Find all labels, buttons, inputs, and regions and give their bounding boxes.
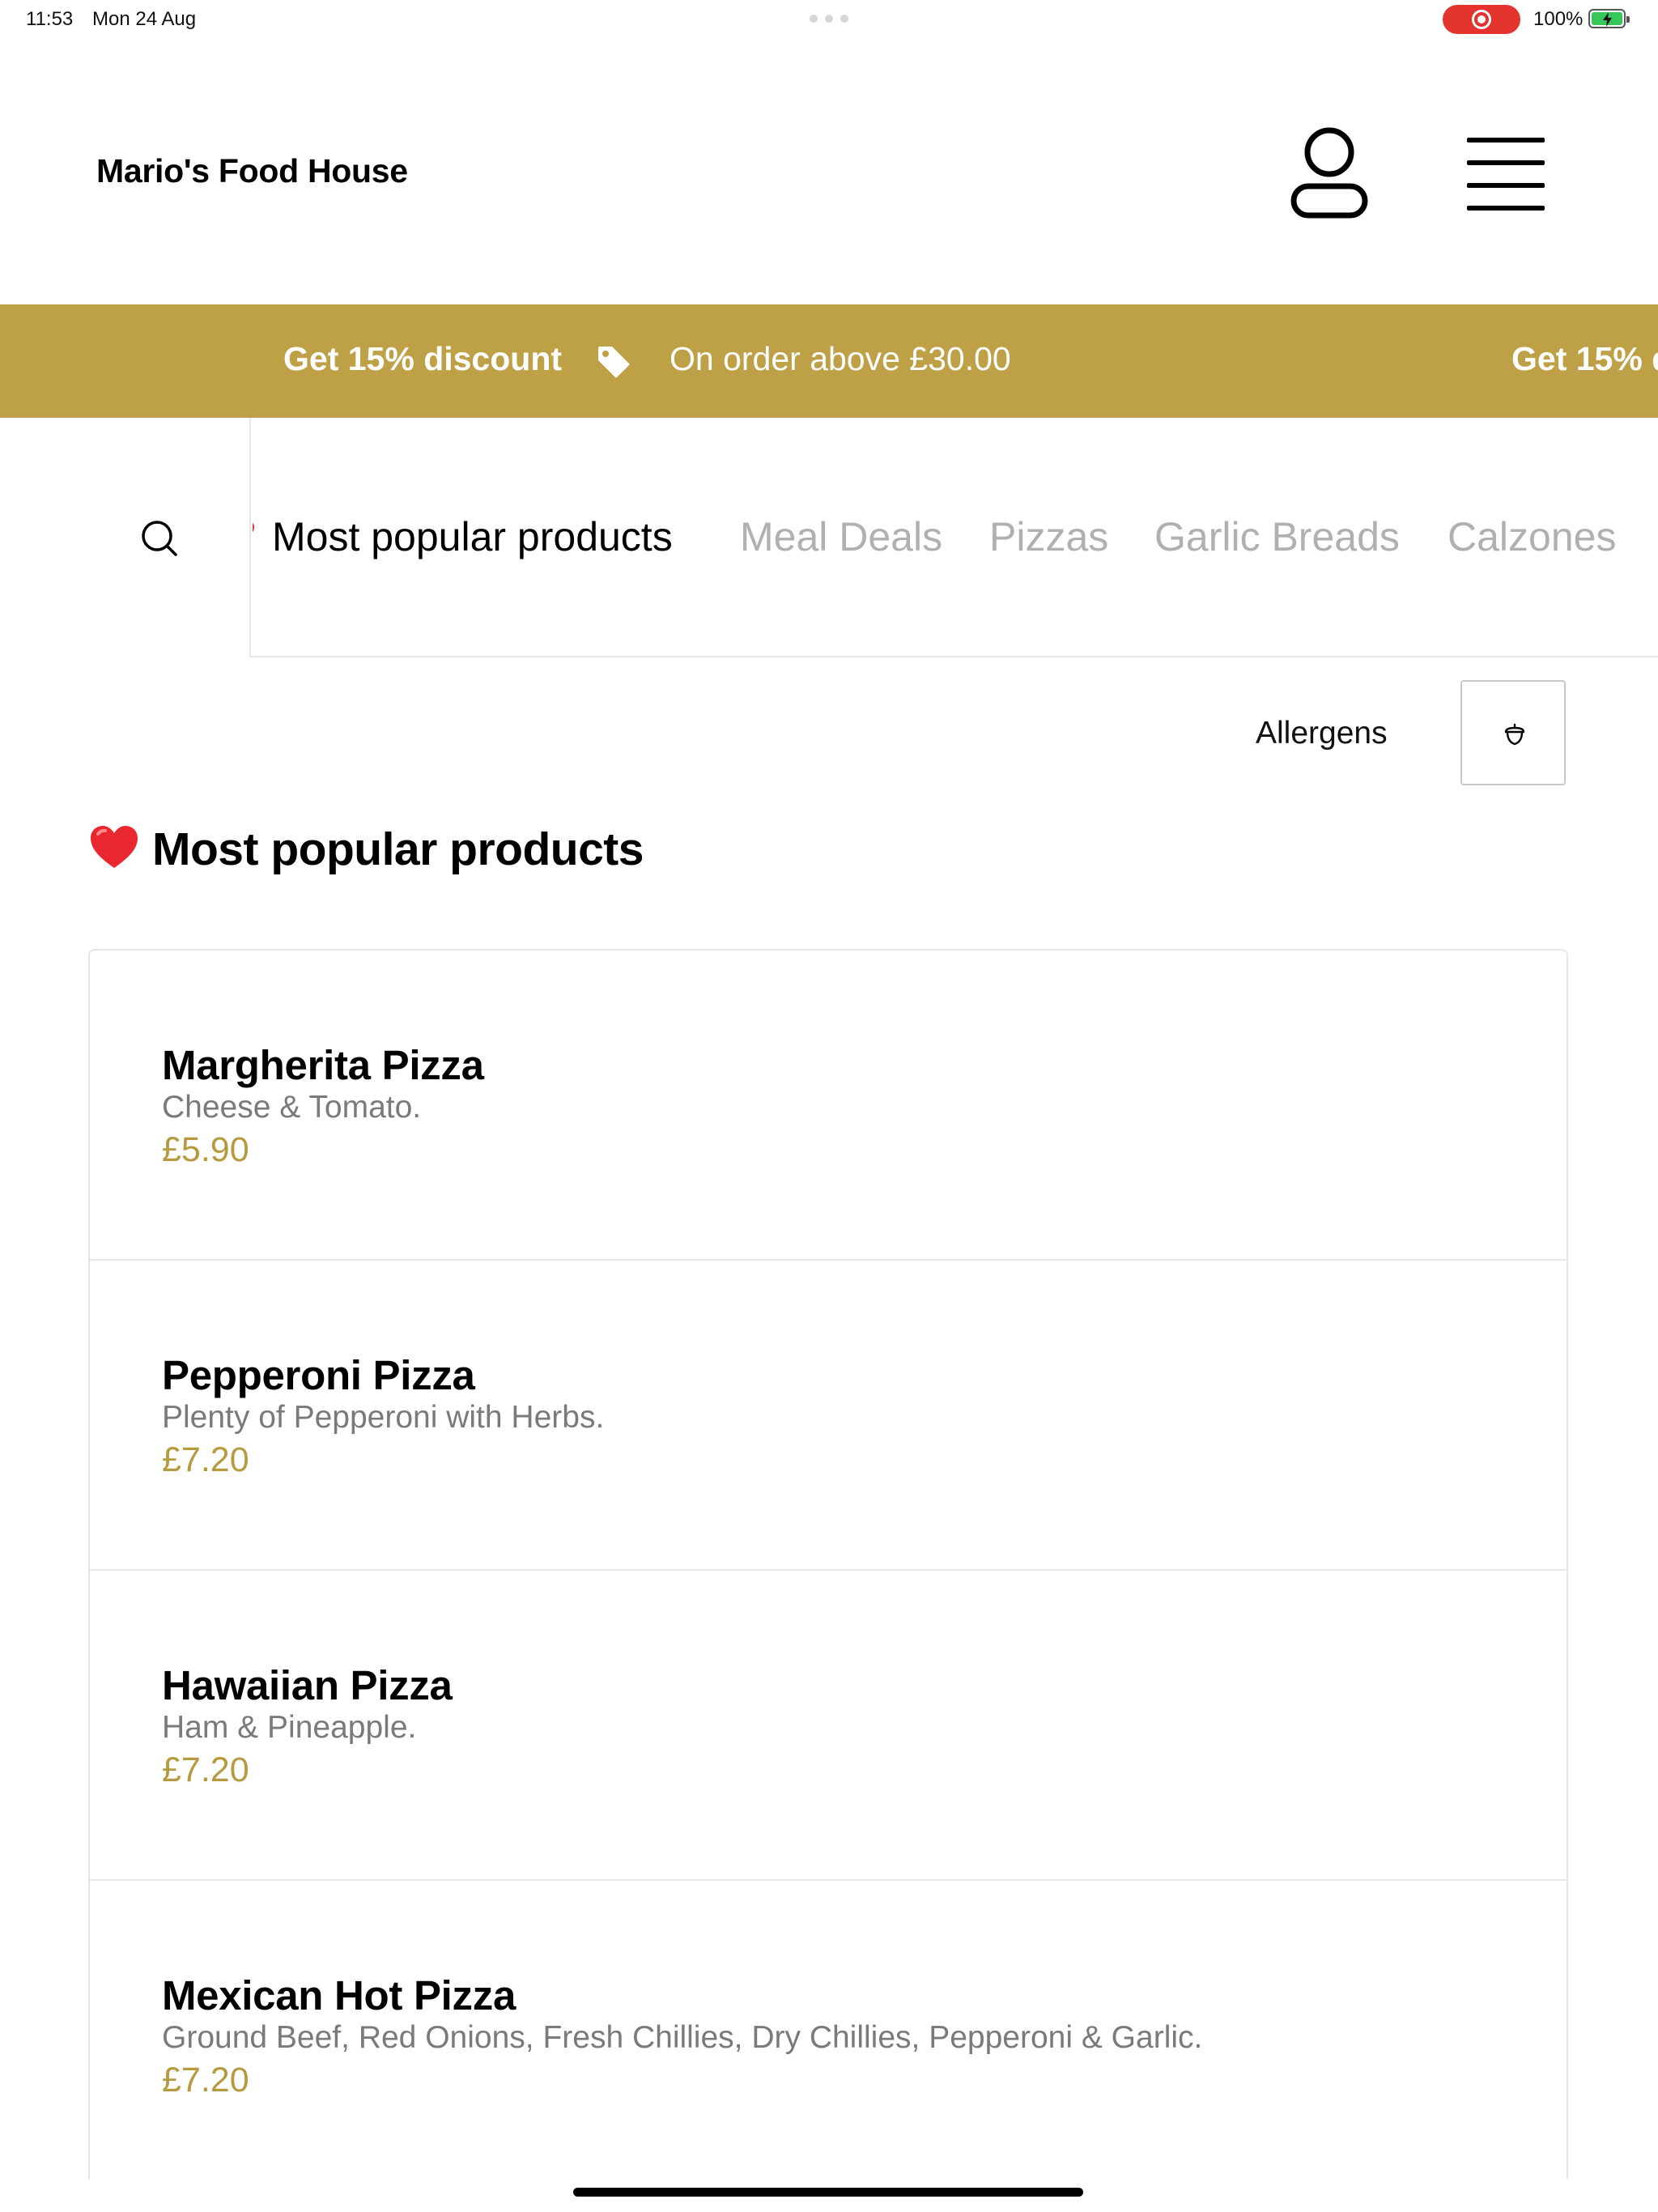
multitasking-dots-icon[interactable] [810,15,848,23]
brand-name[interactable]: Mario's Food House [96,152,408,190]
product-name: Hawaiian Pizza [162,1662,453,1708]
heart-icon [253,522,254,533]
allergens-button[interactable] [1460,680,1566,785]
product-name: Margherita Pizza [162,1042,484,1088]
product-price: £5.90 [162,1130,249,1169]
product-card[interactable]: Margherita Pizza Cheese & Tomato. £5.90 [90,951,1567,1261]
battery-percentage: 100% [1533,8,1584,30]
product-description: Cheese & Tomato. [162,1090,422,1125]
status-date: Mon 24 Aug [92,8,197,30]
allergens-label: Allergens [1256,716,1388,751]
home-indicator[interactable] [573,2188,1083,2197]
promo-discount-repeat: Get 15% d [1511,340,1658,377]
battery-charging-icon [1588,9,1630,28]
tag-icon [598,347,630,378]
product-description: Ground Beef, Red Onions, Fresh Chillies,… [162,2020,1203,2055]
product-price: £7.20 [162,2061,249,2099]
product-description: Plenty of Pepperoni with Herbs. [162,1400,605,1435]
product-description: Ham & Pineapple. [162,1710,417,1745]
product-card[interactable]: Hawaiian Pizza Ham & Pineapple. £7.20 [90,1571,1567,1881]
category-nav: Most popular products Meal Deals Pizzas … [0,418,1658,657]
screen-recording-icon[interactable] [1443,5,1520,34]
tab-garlic-breads[interactable]: Garlic Breads [1154,513,1400,560]
product-price: £7.20 [162,1440,249,1479]
user-icon [1290,127,1368,219]
product-list: Margherita Pizza Cheese & Tomato. £5.90 … [88,949,1568,2180]
product-name: Pepperoni Pizza [162,1352,475,1398]
status-bar: 11:53 Mon 24 Aug 100% [0,0,1658,39]
product-name: Mexican Hot Pizza [162,1972,517,2018]
account-button[interactable] [1289,126,1370,220]
section-heading-text: Most popular products [152,823,644,875]
product-card[interactable]: Pepperoni Pizza Plenty of Pepperoni with… [90,1261,1567,1571]
status-time: 11:53 [26,8,74,30]
promo-condition: On order above £30.00 [670,340,1011,377]
acorn-icon [1504,723,1525,746]
heart-icon [91,826,138,868]
category-tabs: Most popular products Meal Deals Pizzas … [253,418,1658,657]
tab-calzones[interactable]: Calzones [1448,513,1616,560]
promo-discount: Get 15% discount [283,340,563,377]
tab-meal-deals[interactable]: Meal Deals [740,513,942,560]
search-button[interactable] [0,418,251,657]
section-heading: Most popular products [89,823,644,876]
hamburger-menu-icon[interactable] [1464,136,1548,211]
promo-banner: Get 15% discount On order above £30.00 G… [0,304,1658,418]
product-card[interactable]: Mexican Hot Pizza Ground Beef, Red Onion… [90,1881,1567,2180]
tab-pizzas[interactable]: Pizzas [989,513,1108,560]
product-price: £7.20 [162,1750,249,1789]
search-icon [142,521,177,556]
site-header: Mario's Food House [0,39,1658,304]
tab-most-popular[interactable]: Most popular products [272,513,673,560]
